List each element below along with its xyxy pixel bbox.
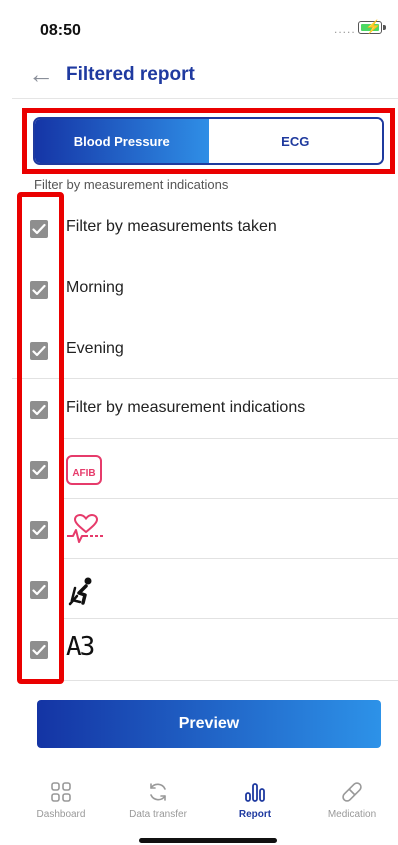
battery-icon: ⚡ <box>358 19 386 34</box>
tab-label: Report <box>238 809 272 820</box>
tab-medication[interactable]: Medication <box>304 776 398 826</box>
afib-icon: AFIB <box>66 455 102 485</box>
filter-label: Filter by measurements taken <box>66 218 277 235</box>
signal-icon: ..... <box>334 22 356 36</box>
report-icon <box>245 783 265 802</box>
row-divider <box>60 680 398 681</box>
arrow-left-icon[interactable]: ← <box>28 60 54 88</box>
row-divider <box>60 438 398 439</box>
dashboard-icon <box>51 782 71 802</box>
filter-label: Filter by measurement indications <box>66 399 306 416</box>
tab-label: Dashboard <box>36 809 86 820</box>
segmented-control: Blood Pressure ECG <box>33 117 384 165</box>
tab-dashboard[interactable]: Dashboard <box>13 776 109 826</box>
tab-ecg[interactable]: ECG <box>208 119 382 163</box>
filter-caption: Filter by measurement indications <box>34 177 229 192</box>
header-divider <box>12 98 398 99</box>
row-divider <box>60 498 398 499</box>
section-divider <box>12 378 398 379</box>
home-indicator <box>139 838 277 843</box>
row-divider <box>60 558 398 559</box>
irregular-heartbeat-icon <box>67 514 105 543</box>
posture-icon <box>68 577 92 606</box>
tab-blood-pressure[interactable]: Blood Pressure <box>35 119 209 163</box>
sync-icon <box>150 783 166 801</box>
page-title: Filtered report <box>66 64 195 85</box>
row-divider <box>60 618 398 619</box>
pill-icon <box>342 782 362 802</box>
filter-label: Morning <box>66 279 124 296</box>
tab-data-transfer[interactable]: Data transfer <box>110 776 206 826</box>
tab-label: Medication <box>327 809 377 820</box>
tab-report[interactable]: Report <box>207 776 303 826</box>
tab-label: Data transfer <box>129 809 187 820</box>
preview-button[interactable]: Preview <box>37 700 381 748</box>
filter-label: Evening <box>66 340 124 357</box>
status-time: 08:50 <box>40 22 81 39</box>
a3-display-icon: A3 <box>66 632 95 662</box>
highlight-box-checkboxes <box>17 192 64 684</box>
